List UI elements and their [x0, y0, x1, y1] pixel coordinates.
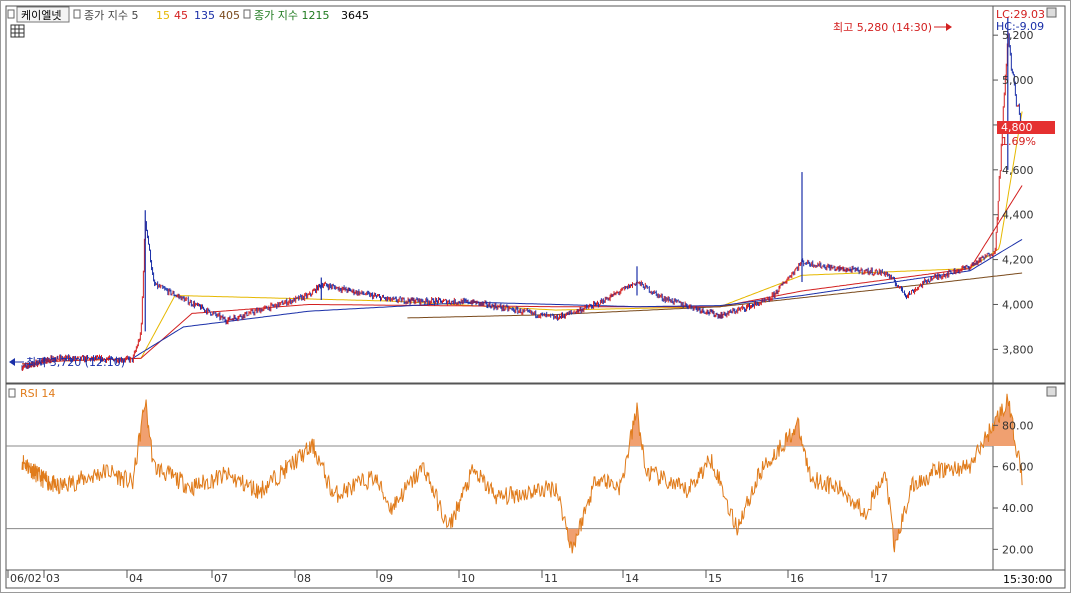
price-y-tick-label: 4,200 [1002, 254, 1034, 267]
stock-chart[interactable]: 06/02 03 04 07 08 09 10 11 14 15 16 17 케이엘넷 종가 지수 5… [0, 0, 1071, 593]
x-tick-label: 16 [790, 572, 804, 585]
ma-405-label: 405 [219, 9, 240, 22]
rsi-label: RSI 14 [20, 387, 55, 400]
low-annotation: 최저 3,720 (12:10) [26, 356, 125, 369]
price-y-axis [992, 5, 1066, 384]
legend-marker-2 [73, 9, 81, 19]
current-price: 4,800 [1001, 121, 1033, 134]
x-tick-label: 08 [297, 572, 311, 585]
rsi-marker [8, 388, 16, 398]
price-y-tick-label: 3,800 [1002, 343, 1034, 356]
legend-marker-1 [7, 9, 15, 19]
price-y-tick-label: 4,000 [1002, 298, 1034, 311]
rsi-panel[interactable] [5, 383, 994, 571]
x-axis [5, 569, 1066, 589]
x-tick-label: 04 [129, 572, 143, 585]
ma-135-label: 135 [194, 9, 215, 22]
x-tick-label: 06/02 [10, 572, 42, 585]
rsi-y-tick-label: 40.00 [1002, 502, 1034, 515]
price-y-tick-label: 5,000 [1002, 74, 1034, 87]
legend-label: 종가 지수 5 [84, 9, 138, 22]
x-tick-label: 09 [379, 572, 393, 585]
chart-canvas[interactable]: 06/02 03 04 07 08 09 10 11 14 15 16 17 케이엘넷 종가 지수 5… [0, 0, 1071, 593]
ma-15-label: 15 [156, 9, 170, 22]
ma-45-label: 45 [174, 9, 188, 22]
rsi-y-tick-label: 60.00 [1002, 461, 1034, 474]
rsi-y-tick-label: 20.00 [1002, 543, 1034, 556]
stock-name[interactable]: 케이엘넷 [21, 9, 61, 22]
price-y-tick-label: 4,600 [1002, 164, 1034, 177]
legend-marker-3 [243, 9, 251, 19]
legend-label-2: 종가 지수 1215 [254, 9, 329, 22]
high-annotation: 최고 5,280 (14:30) [833, 21, 932, 34]
price-y-tick-label: 4,400 [1002, 209, 1034, 222]
x-tick-label: 15 [708, 572, 722, 585]
price-panel-button[interactable] [1046, 7, 1057, 18]
legend-value-2: 3645 [341, 9, 369, 22]
x-tick-label: 10 [461, 572, 475, 585]
x-tick-label: 17 [874, 572, 888, 585]
grid-table-icon[interactable] [10, 24, 25, 38]
time-label: 15:30:00 [1003, 573, 1052, 586]
x-tick-label: 07 [214, 572, 228, 585]
x-tick-label: 14 [625, 572, 639, 585]
current-change: 1.69% [1001, 135, 1036, 148]
price-y-tick-label: 5,200 [1002, 29, 1034, 42]
price-panel[interactable] [5, 5, 994, 384]
rsi-panel-button[interactable] [1046, 386, 1057, 397]
x-tick-label: 11 [544, 572, 558, 585]
rsi-y-axis [992, 383, 1066, 571]
x-tick-label: 03 [46, 572, 60, 585]
rsi-y-tick-label: 80.00 [1002, 419, 1034, 432]
